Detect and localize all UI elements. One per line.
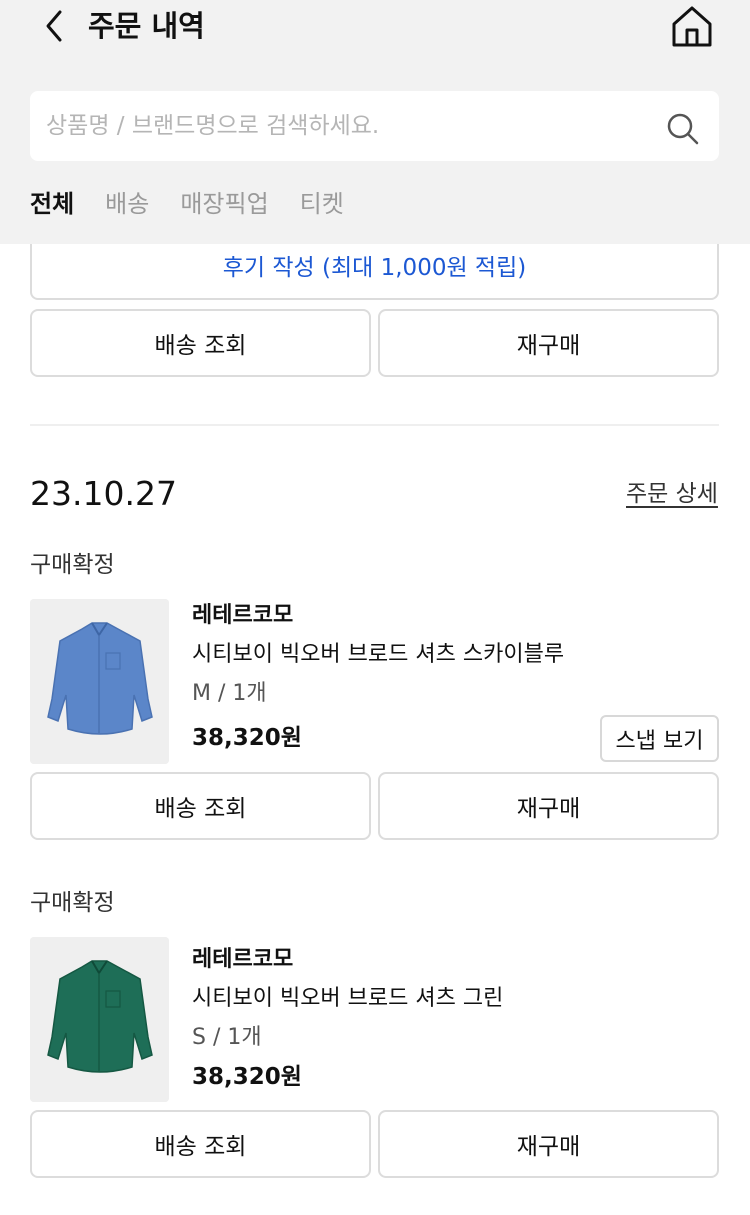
rebuy-button[interactable]: 재구매 <box>378 1110 719 1178</box>
product-brand: 레테르코모 <box>192 947 294 972</box>
snap-view-button[interactable]: 스냅 보기 <box>600 715 719 762</box>
order-detail-link[interactable]: 주문 상세 <box>626 478 718 510</box>
tab-delivery[interactable]: 배송 <box>105 182 149 226</box>
order-status: 구매확정 <box>30 552 115 578</box>
product-brand: 레테르코모 <box>192 603 294 628</box>
back-button[interactable] <box>34 6 74 46</box>
track-delivery-button[interactable]: 배송 조회 <box>30 1110 371 1178</box>
rebuy-button[interactable]: 재구매 <box>378 309 719 377</box>
product-price: 38,320원 <box>192 1064 302 1090</box>
chevron-left-icon <box>46 10 62 42</box>
order-date: 23.10.27 <box>30 474 177 513</box>
product-name[interactable]: 시티보이 빅오버 브로드 셔츠 그린 <box>192 983 503 1015</box>
search-input[interactable] <box>46 91 656 161</box>
search-box <box>30 91 719 161</box>
order-status: 구매확정 <box>30 890 115 916</box>
search-icon[interactable] <box>662 108 702 148</box>
track-delivery-button[interactable]: 배송 조회 <box>30 309 371 377</box>
product-image[interactable] <box>30 937 169 1102</box>
track-delivery-button[interactable]: 배송 조회 <box>30 772 371 840</box>
header-bar: 주문 내역 전체 배송 매장픽업 티켓 <box>0 0 750 244</box>
green-shirt-image <box>30 937 169 1102</box>
rebuy-button[interactable]: 재구매 <box>378 772 719 840</box>
page-title: 주문 내역 <box>88 9 205 43</box>
product-name[interactable]: 시티보이 빅오버 브로드 셔츠 스카이블루 <box>192 639 564 671</box>
product-option: S / 1개 <box>192 1025 262 1050</box>
product-price: 38,320원 <box>192 725 302 751</box>
tab-ticket[interactable]: 티켓 <box>300 182 344 226</box>
home-icon <box>672 6 712 47</box>
tab-store-pickup[interactable]: 매장픽업 <box>180 182 268 226</box>
blue-shirt-image <box>30 599 169 764</box>
product-image[interactable] <box>30 599 169 764</box>
product-option: M / 1개 <box>192 681 267 706</box>
home-button[interactable] <box>668 3 716 49</box>
section-divider <box>30 424 719 426</box>
tab-all[interactable]: 전체 <box>30 182 74 226</box>
tab-bar: 전체 배송 매장픽업 티켓 <box>30 182 375 226</box>
